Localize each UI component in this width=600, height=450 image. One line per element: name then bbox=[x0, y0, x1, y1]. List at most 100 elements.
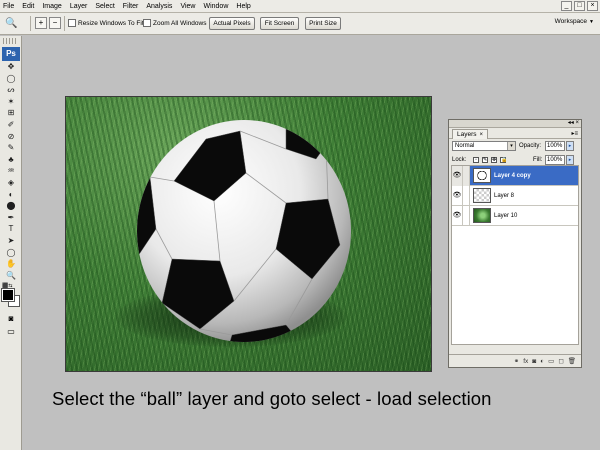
opacity-input[interactable]: 100% bbox=[545, 141, 565, 151]
resize-windows-label: Resize Windows To Fit bbox=[78, 19, 144, 27]
resize-windows-checkbox[interactable]: Resize Windows To Fit bbox=[68, 19, 144, 27]
panel-titlebar[interactable]: ◂◂ × bbox=[449, 120, 581, 128]
layer-row[interactable]: 👁 Layer 8 bbox=[452, 185, 578, 206]
layer-style-icon[interactable]: fx bbox=[523, 358, 528, 365]
menu-filter[interactable]: Filter bbox=[120, 0, 144, 13]
checkbox-box bbox=[143, 19, 151, 27]
trash-icon[interactable]: 🗑 bbox=[568, 357, 576, 365]
close-icon[interactable]: × bbox=[480, 132, 484, 138]
lock-position-icon[interactable]: ✥ bbox=[491, 157, 497, 163]
menu-file[interactable]: File bbox=[0, 0, 19, 13]
menu-view[interactable]: View bbox=[177, 0, 200, 13]
zoom-all-label: Zoom All Windows bbox=[153, 19, 207, 27]
zoom-tool-icon[interactable]: 🔍 bbox=[2, 270, 20, 282]
eraser-tool-icon[interactable]: ◈ bbox=[2, 177, 20, 189]
menu-help[interactable]: Help bbox=[233, 0, 255, 13]
menu-window[interactable]: Window bbox=[200, 0, 233, 13]
layer-name: Layer 4 copy bbox=[494, 172, 531, 179]
new-layer-icon[interactable]: ◻ bbox=[558, 357, 563, 365]
chevron-down-icon: ▼ bbox=[589, 19, 594, 25]
path-selection-icon[interactable]: ➤ bbox=[2, 235, 20, 247]
pen-tool-icon[interactable]: ✒ bbox=[2, 212, 20, 224]
hand-tool-icon[interactable]: ✋ bbox=[2, 258, 20, 270]
document-canvas[interactable] bbox=[65, 96, 432, 372]
quick-mask-icon[interactable]: ◙ bbox=[2, 313, 20, 324]
layer-thumbnail bbox=[473, 208, 491, 223]
screen-mode-icon[interactable]: ▭ bbox=[2, 326, 20, 337]
fill-slider-button[interactable]: ▸ bbox=[566, 155, 574, 165]
fill-input[interactable]: 100% bbox=[545, 155, 565, 165]
slice-tool-icon[interactable]: ✐ bbox=[2, 119, 20, 131]
divider bbox=[64, 16, 65, 31]
type-tool-icon[interactable]: T bbox=[2, 223, 20, 235]
zoom-in-button[interactable]: + bbox=[35, 17, 47, 29]
healing-brush-icon[interactable]: ⊘ bbox=[2, 131, 20, 143]
zoom-tool-icon: 🔍 bbox=[5, 18, 18, 29]
blur-tool-icon[interactable]: ⬤ bbox=[2, 200, 20, 212]
panel-tab-row: Layers × ▸≡ bbox=[449, 128, 581, 139]
zoom-out-button[interactable]: − bbox=[49, 17, 61, 29]
menu-edit[interactable]: Edit bbox=[19, 0, 39, 13]
eye-icon[interactable]: 👁 bbox=[452, 185, 463, 206]
lock-all-icon[interactable]: 🔒 bbox=[500, 157, 507, 163]
menu-image[interactable]: Image bbox=[39, 0, 66, 13]
menu-bar: File Edit Image Layer Select Filter Anal… bbox=[0, 0, 600, 13]
fill-label: Fill: bbox=[533, 157, 543, 163]
menu-analysis[interactable]: Analysis bbox=[143, 0, 177, 13]
checkbox-box bbox=[68, 19, 76, 27]
fit-screen-button[interactable]: Fit Screen bbox=[260, 17, 299, 30]
layer-link-cell[interactable] bbox=[463, 165, 470, 186]
opacity-label: Opacity: bbox=[519, 143, 542, 149]
layer-name: Layer 8 bbox=[494, 192, 515, 199]
lock-image-icon[interactable]: ✎ bbox=[482, 157, 488, 163]
opacity-slider-button[interactable]: ▸ bbox=[566, 141, 574, 151]
eye-icon[interactable]: 👁 bbox=[452, 205, 463, 226]
menu-layer[interactable]: Layer bbox=[67, 0, 93, 13]
marquee-tool-icon[interactable]: ◯ bbox=[2, 73, 20, 85]
foreground-color-swatch[interactable] bbox=[1, 288, 15, 303]
layer-row[interactable]: 👁 Layer 4 copy bbox=[452, 165, 578, 186]
link-layers-icon[interactable]: ⚭ bbox=[514, 357, 519, 365]
layer-mask-icon[interactable]: ◙ bbox=[532, 358, 536, 365]
minimize-button[interactable]: _ bbox=[561, 1, 572, 11]
blend-opacity-row: Normal ▾ Opacity: 100% ▸ bbox=[449, 139, 581, 153]
history-brush-icon[interactable]: ♒ bbox=[2, 165, 20, 177]
layer-row[interactable]: 👁 Layer 10 bbox=[452, 205, 578, 226]
chevron-down-icon: ▾ bbox=[507, 142, 515, 150]
adjustment-layer-icon[interactable]: ◐ bbox=[540, 358, 544, 365]
close-button[interactable]: × bbox=[587, 1, 598, 11]
panel-collapse-icon[interactable]: ◂◂ × bbox=[568, 120, 579, 127]
crop-tool-icon[interactable]: ⊞ bbox=[2, 107, 20, 119]
blend-mode-select[interactable]: Normal ▾ bbox=[452, 141, 516, 151]
layers-panel: ◂◂ × Layers × ▸≡ Normal ▾ Opacity: 100% ▸… bbox=[448, 119, 582, 368]
soccer-ball-image bbox=[137, 120, 351, 342]
photoshop-logo[interactable]: Ps bbox=[2, 47, 20, 61]
workspace-menu[interactable]: Workspace ▼ bbox=[555, 18, 594, 25]
new-group-icon[interactable]: ▭ bbox=[548, 357, 554, 365]
layer-link-cell[interactable] bbox=[463, 185, 470, 206]
layer-list: 👁 Layer 4 copy 👁 Layer 8 👁 Layer 10 bbox=[451, 165, 579, 345]
maximize-button[interactable]: □ bbox=[574, 1, 585, 11]
actual-pixels-button[interactable]: Actual Pixels bbox=[209, 17, 255, 30]
lasso-tool-icon[interactable]: ᔕ bbox=[2, 84, 20, 96]
gradient-tool-icon[interactable]: ◐ bbox=[2, 189, 20, 201]
magic-wand-icon[interactable]: ✶ bbox=[2, 96, 20, 108]
print-size-button[interactable]: Print Size bbox=[305, 17, 341, 30]
menu-select[interactable]: Select bbox=[92, 0, 119, 13]
panel-grip[interactable] bbox=[3, 38, 18, 44]
shape-tool-icon[interactable]: ◯ bbox=[2, 247, 20, 259]
layer-thumbnail bbox=[473, 188, 491, 203]
tool-preset-picker[interactable]: 🔍 bbox=[4, 16, 26, 31]
color-swatches: ⬛⇆ bbox=[1, 283, 20, 309]
eye-icon[interactable]: 👁 bbox=[452, 165, 463, 186]
blend-mode-value: Normal bbox=[455, 143, 475, 149]
window-controls: _ □ × bbox=[561, 1, 598, 11]
layer-link-cell[interactable] bbox=[463, 205, 470, 226]
move-tool-icon[interactable]: ✥ bbox=[2, 61, 20, 73]
clone-stamp-icon[interactable]: ♣ bbox=[2, 154, 20, 166]
zoom-all-checkbox[interactable]: Zoom All Windows bbox=[143, 19, 206, 27]
lock-transparency-icon[interactable]: ▫ bbox=[473, 157, 479, 163]
panel-menu-icon[interactable]: ▸≡ bbox=[571, 130, 578, 137]
brush-tool-icon[interactable]: ✎ bbox=[2, 142, 20, 154]
tab-layers[interactable]: Layers × bbox=[452, 129, 489, 139]
